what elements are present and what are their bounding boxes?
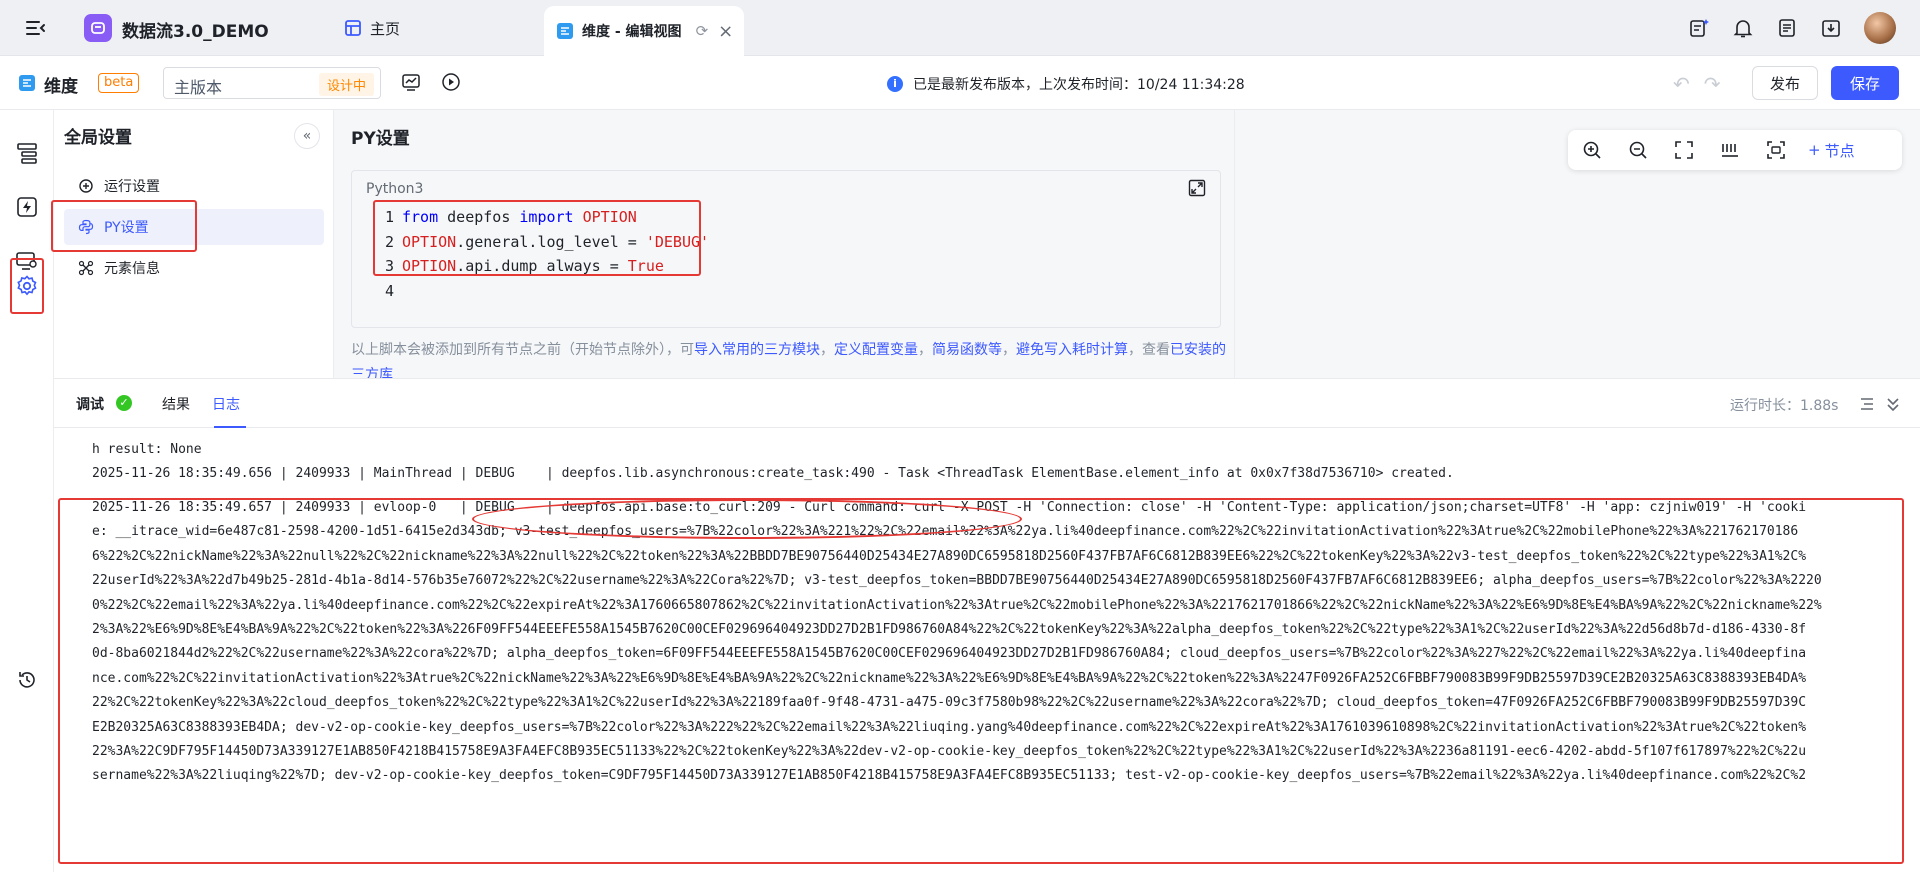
rail-flash-button[interactable] bbox=[12, 192, 42, 222]
document-icon[interactable] bbox=[1776, 17, 1798, 39]
save-button[interactable]: 保存 bbox=[1831, 66, 1899, 100]
publish-status: i 已是最新发布版本，上次发布时间：10/24 11:34:28 bbox=[887, 74, 1245, 94]
log-line: h result: None bbox=[92, 442, 202, 457]
app-logo-icon bbox=[84, 14, 112, 42]
rail-tree-button[interactable] bbox=[12, 138, 42, 168]
history-icon bbox=[19, 672, 35, 688]
help-text: 以上脚本会被添加到所有节点之前（开始节点除外），可 bbox=[351, 342, 694, 358]
zoom-in-icon[interactable] bbox=[1582, 140, 1602, 160]
help-link-config-vars[interactable]: 定义配置变量 bbox=[834, 342, 918, 358]
rail-history-button[interactable] bbox=[12, 665, 42, 695]
list-toggle-icon[interactable] bbox=[1858, 395, 1876, 413]
tab-result[interactable]: 结果 bbox=[162, 394, 190, 414]
top-icon-group bbox=[1688, 12, 1896, 44]
undo-icon[interactable]: ↶ bbox=[1673, 72, 1690, 96]
zoom-out-icon[interactable] bbox=[1628, 140, 1648, 160]
tab-dimension-edit-label: 维度 - 编辑视图 bbox=[582, 24, 682, 40]
annotation-highlight-box bbox=[58, 498, 1904, 864]
dimension-icon bbox=[557, 23, 573, 39]
app-title: 数据流3.0_DEMO bbox=[122, 22, 269, 42]
annotation-highlight-box bbox=[373, 200, 701, 276]
collapse-panel-icon[interactable]: « bbox=[294, 123, 320, 149]
menu-item-label: 运行设置 bbox=[104, 179, 160, 195]
line-number: 4 bbox=[384, 281, 394, 300]
success-check-icon: ✓ bbox=[116, 395, 132, 411]
chart-preview-icon[interactable] bbox=[401, 72, 421, 92]
help-text: ， bbox=[918, 342, 932, 358]
run-time: 运行时长：1.88s bbox=[1730, 398, 1839, 414]
close-tab-icon[interactable]: × bbox=[718, 21, 733, 42]
info-icon: i bbox=[887, 76, 903, 92]
log-line: 2025-11-26 18:35:49.656 | 2409933 | Main… bbox=[92, 466, 1454, 481]
py-settings-panel: PY设置 Python3 1 from deepfos import OPTION… bbox=[334, 110, 1234, 383]
flow-canvas[interactable]: + 节点 bbox=[1234, 110, 1920, 378]
help-link-import-modules[interactable]: 导入常用的三方模块 bbox=[694, 342, 820, 358]
user-avatar[interactable] bbox=[1864, 12, 1896, 44]
redo-icon[interactable]: ↷ bbox=[1704, 72, 1721, 96]
menu-item-label: 元素信息 bbox=[104, 261, 160, 277]
undo-redo-group: ↶ ↷ bbox=[1673, 72, 1721, 96]
layout-icon[interactable] bbox=[1720, 140, 1740, 160]
debug-panel-header: 调试 ✓ 结果 日志 运行时长：1.88s bbox=[54, 378, 1920, 428]
design-status-badge: 设计中 bbox=[318, 73, 374, 96]
element-info-icon bbox=[78, 260, 94, 276]
ai-notes-icon[interactable] bbox=[1688, 17, 1710, 39]
download-box-icon[interactable] bbox=[1820, 17, 1842, 39]
tab-home[interactable]: 主页 bbox=[344, 0, 400, 56]
menu-item-run-settings[interactable]: 运行设置 bbox=[64, 168, 324, 204]
editor-header: 维度 beta 主版本 设计中 i 已是最新发布版本，上次发布时间：10/24 … bbox=[0, 56, 1920, 110]
code-language-label: Python3 bbox=[366, 181, 424, 197]
annotation-highlight-box bbox=[51, 200, 197, 252]
help-text: ， bbox=[820, 342, 834, 358]
add-node-label: 节点 bbox=[1824, 141, 1855, 160]
refresh-icon[interactable]: ⟳ bbox=[696, 22, 709, 40]
tab-debug[interactable]: 调试 bbox=[76, 394, 104, 414]
annotation-highlight-ellipse bbox=[472, 499, 1022, 539]
fullscreen-icon[interactable] bbox=[1674, 140, 1694, 160]
lightning-icon bbox=[17, 197, 37, 217]
tab-log[interactable]: 日志 bbox=[212, 394, 240, 414]
py-settings-title: PY设置 bbox=[351, 129, 410, 149]
code-line: 4 bbox=[364, 279, 709, 304]
version-name: 主版本 bbox=[174, 78, 223, 97]
publish-button[interactable]: 发布 bbox=[1752, 66, 1818, 100]
screenshot-icon[interactable] bbox=[1766, 140, 1786, 160]
publish-status-text: 已是最新发布版本，上次发布时间：10/24 11:34:28 bbox=[913, 77, 1245, 93]
global-settings-title: 全局设置 bbox=[64, 128, 132, 148]
tree-structure-icon bbox=[17, 143, 37, 164]
canvas-toolbar: + 节点 bbox=[1568, 130, 1902, 170]
expand-icon[interactable] bbox=[1188, 179, 1206, 197]
help-link-avoid-heavy[interactable]: 避免写入耗时计算 bbox=[1016, 342, 1128, 358]
code-editor[interactable]: Python3 1 from deepfos import OPTION 2 OPT… bbox=[351, 170, 1221, 328]
tab-dimension-edit[interactable]: 维度 - 编辑视图 ⟳ × bbox=[544, 6, 744, 56]
version-selector[interactable]: 主版本 设计中 bbox=[163, 67, 381, 99]
help-text: ，查看 bbox=[1128, 342, 1170, 358]
module-title: 维度 bbox=[44, 77, 78, 97]
collapse-down-icon[interactable] bbox=[1884, 395, 1902, 413]
app-top-bar: 数据流3.0_DEMO 主页 维度 - 编辑视图 ⟳ × bbox=[0, 0, 1920, 56]
home-grid-icon bbox=[345, 20, 361, 36]
beta-badge: beta bbox=[98, 73, 140, 93]
dimension-module-icon bbox=[19, 75, 35, 91]
run-play-icon[interactable] bbox=[441, 72, 461, 92]
menu-toggle-icon[interactable] bbox=[24, 16, 48, 40]
tab-home-label: 主页 bbox=[370, 19, 401, 38]
menu-item-element-info[interactable]: 元素信息 bbox=[64, 250, 324, 286]
log-output: h result: None 2025-11-26 18:35:49.656 |… bbox=[54, 428, 1920, 872]
plus-icon: + bbox=[1808, 141, 1821, 159]
add-node-button[interactable]: + 节点 bbox=[1808, 140, 1855, 161]
gear-icon bbox=[17, 275, 37, 296]
rail-settings-button[interactable] bbox=[10, 258, 44, 314]
help-text: ， bbox=[1002, 342, 1016, 358]
help-link-simple-functions[interactable]: 简易函数等 bbox=[932, 342, 1002, 358]
bell-icon[interactable] bbox=[1732, 17, 1754, 39]
left-rail bbox=[0, 110, 54, 872]
run-settings-icon bbox=[79, 179, 93, 193]
